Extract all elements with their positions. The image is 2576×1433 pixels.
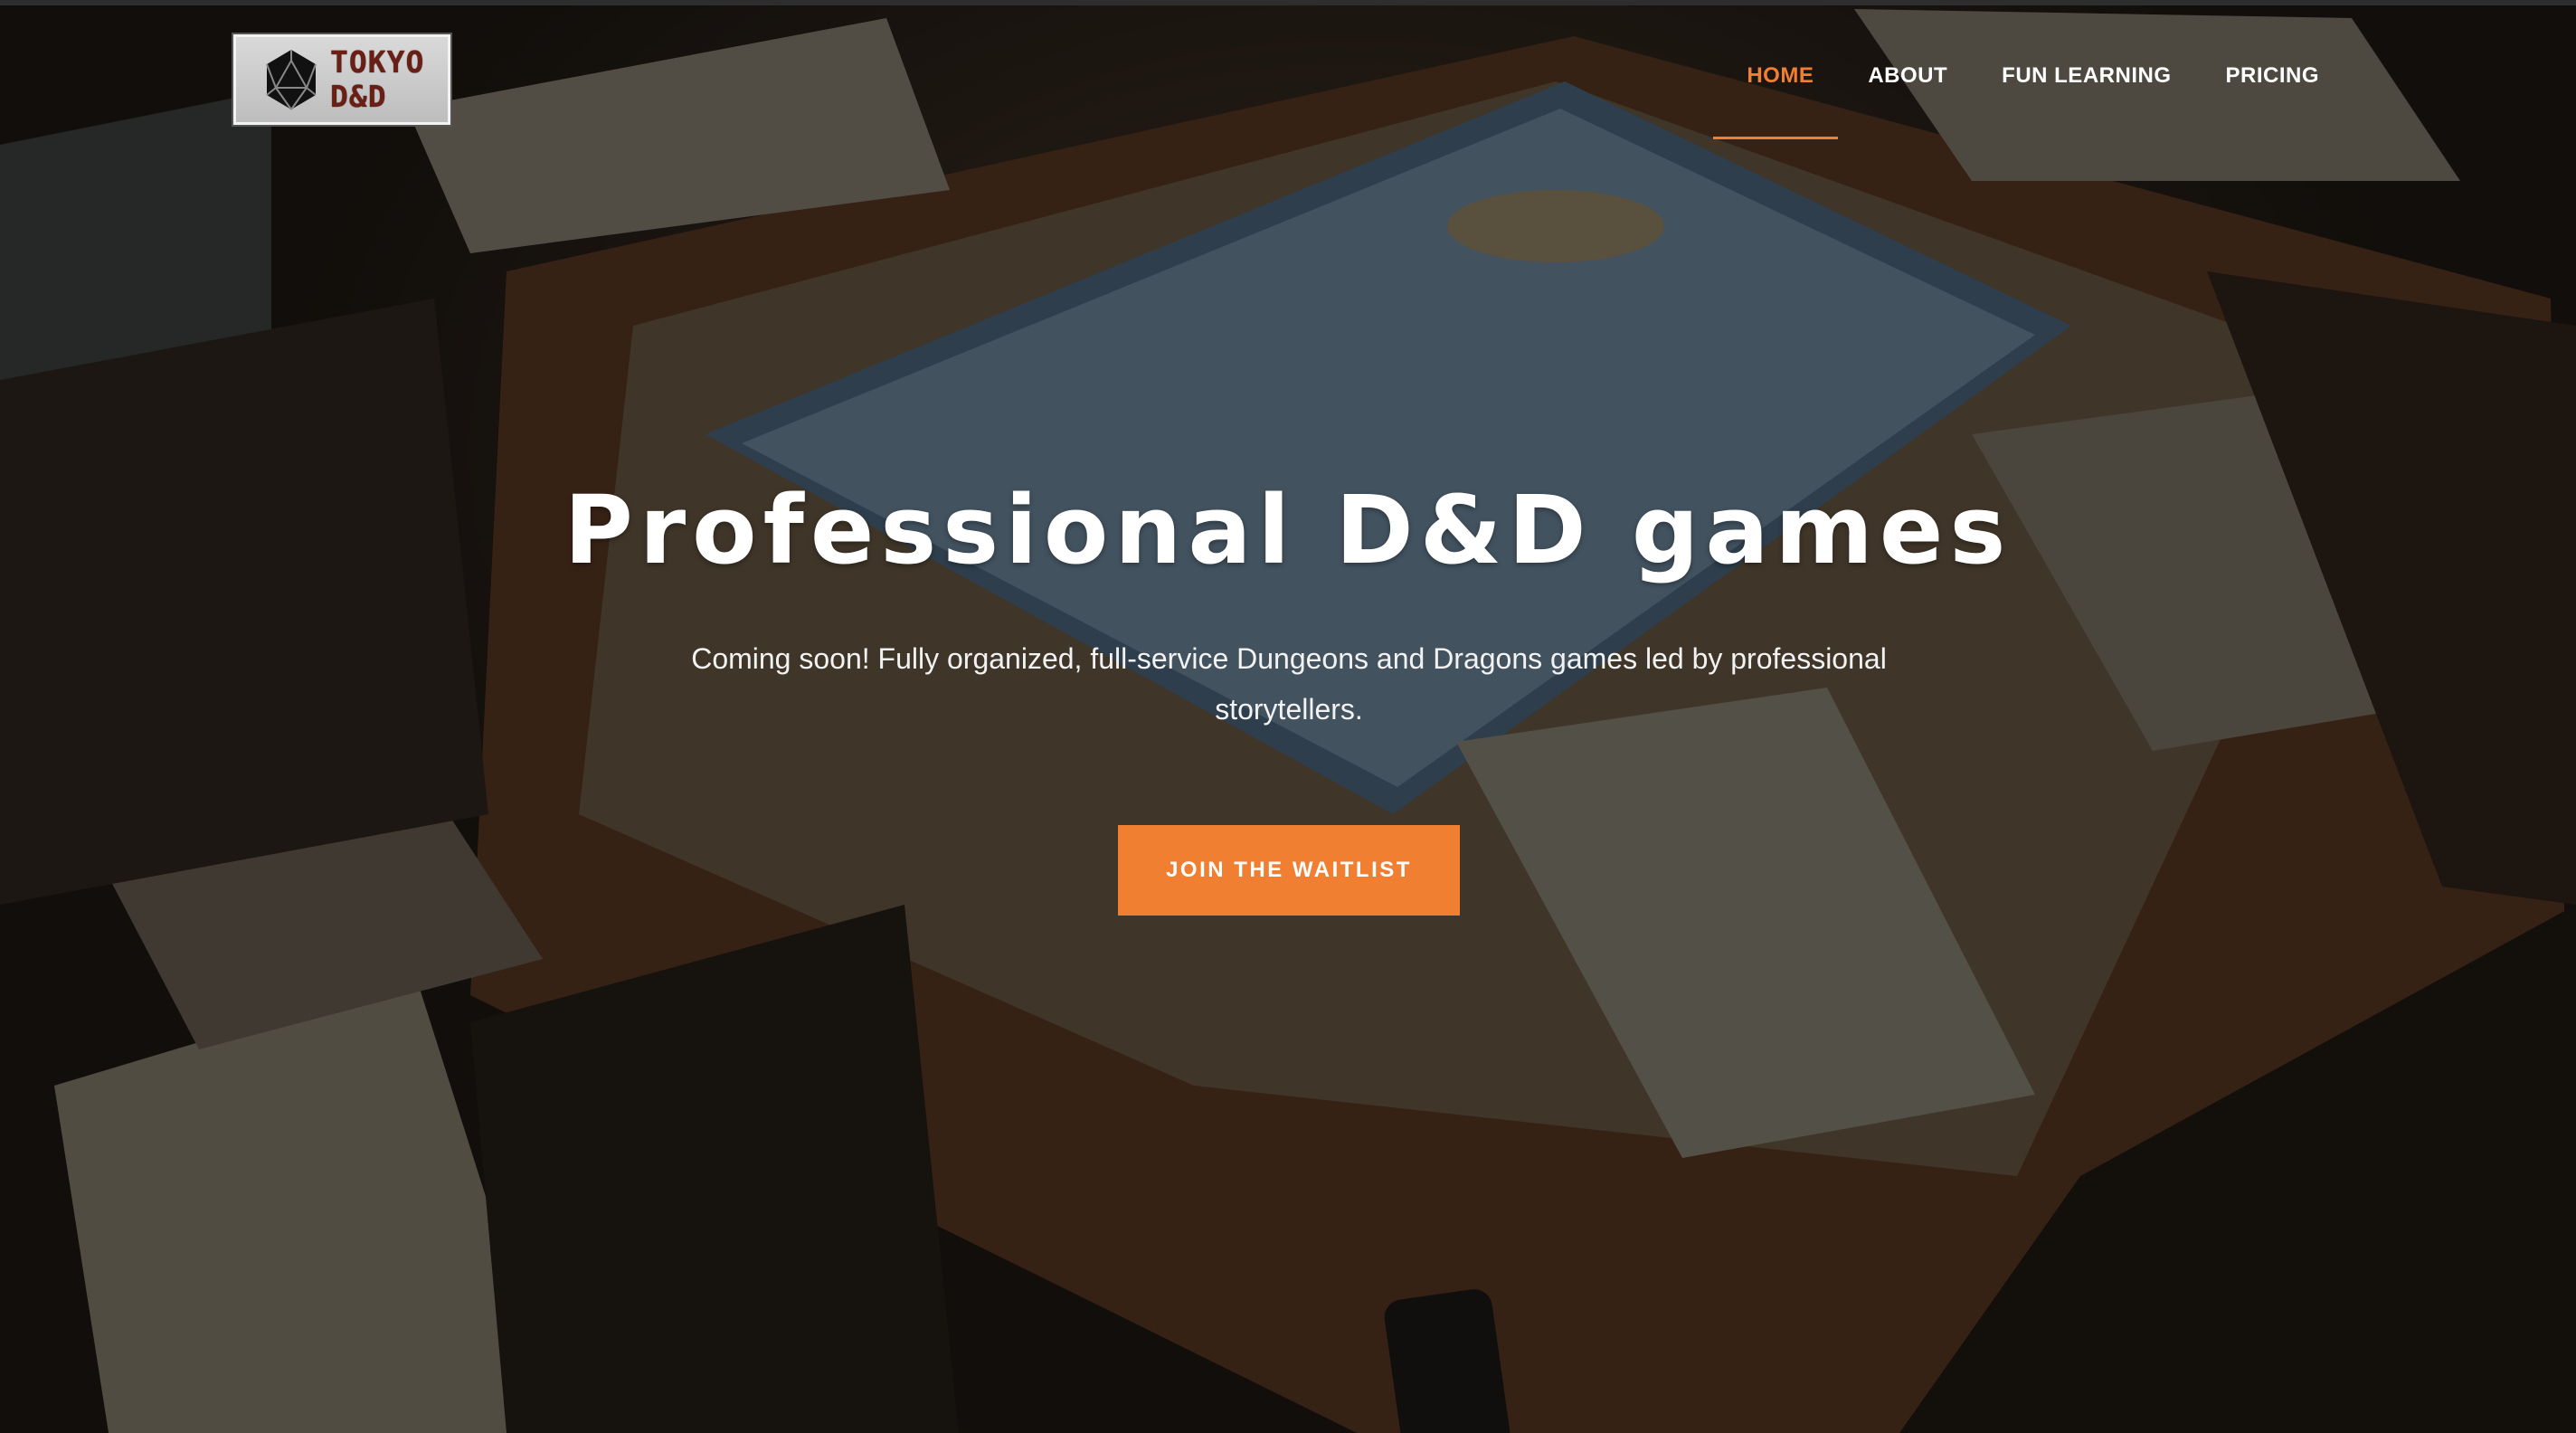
join-waitlist-button[interactable]: JOIN THE WAITLIST bbox=[1118, 825, 1460, 916]
logo-wordmark: TOKYO D&D bbox=[330, 45, 424, 114]
hero-subtitle: Coming soon! Fully organized, full-servi… bbox=[691, 642, 1887, 726]
d20-icon bbox=[266, 50, 317, 110]
main-nav: HOME ABOUT FUN LEARNING PRICING bbox=[1692, 63, 2319, 89]
nav-item-pricing[interactable]: PRICING bbox=[2225, 63, 2319, 89]
nav-item-fun-learning[interactable]: FUN LEARNING bbox=[2002, 63, 2171, 89]
active-nav-indicator bbox=[1713, 137, 1838, 139]
nav-item-about[interactable]: ABOUT bbox=[1868, 63, 1947, 89]
site-logo[interactable]: TOKYO D&D bbox=[232, 33, 452, 127]
top-border bbox=[0, 0, 2576, 5]
hero-title: Professional D&D games bbox=[564, 475, 2012, 585]
nav-item-home[interactable]: HOME bbox=[1747, 63, 1814, 89]
logo-line-2: D&D bbox=[330, 79, 387, 114]
landing-page: TOKYO D&D HOME ABOUT FUN LEARNING PRICIN… bbox=[0, 0, 2576, 1433]
logo-line-1: TOKYO bbox=[330, 44, 425, 80]
